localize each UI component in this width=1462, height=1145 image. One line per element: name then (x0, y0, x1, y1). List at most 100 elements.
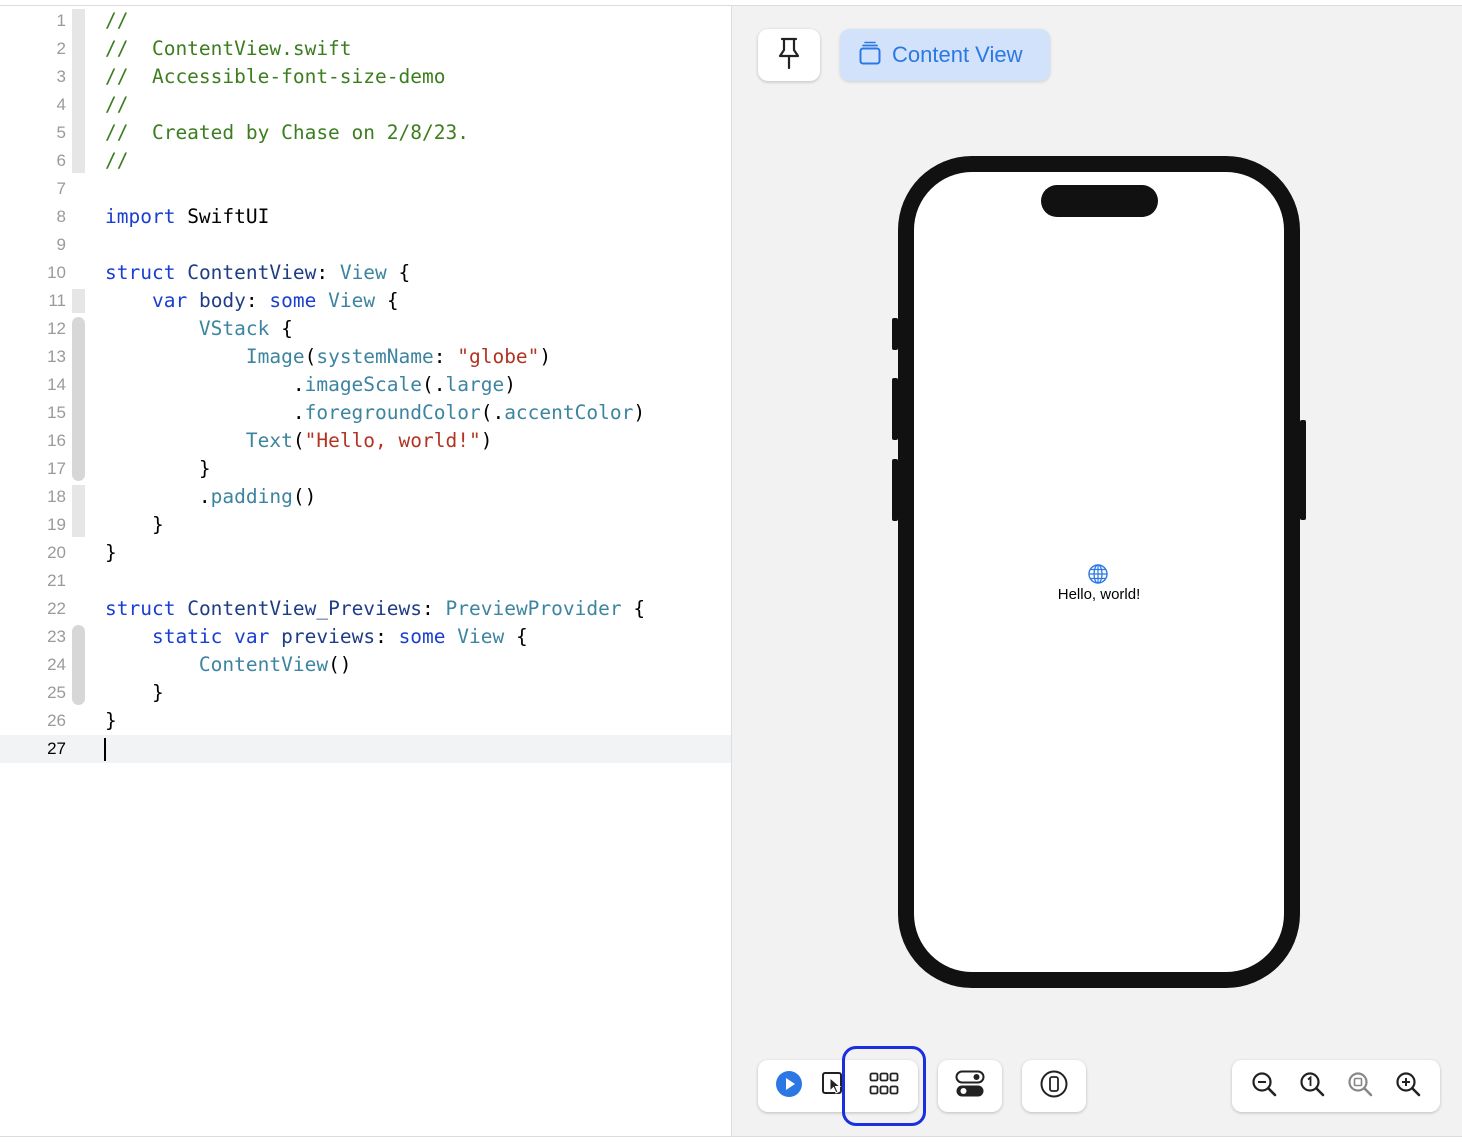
code-line[interactable]: 25 } (0, 679, 731, 707)
line-number: 7 (56, 179, 66, 198)
code-line[interactable]: 26} (0, 707, 731, 735)
code-text: } (105, 679, 164, 707)
code-token: { (375, 289, 399, 312)
zoom-to-fit-button[interactable] (1338, 1060, 1382, 1112)
hello-world-text: Hello, world! (1057, 586, 1141, 603)
code-line[interactable]: 1 // (0, 7, 731, 35)
code-token: : (433, 345, 458, 368)
code-token: // Accessible-font-size-demo (105, 65, 446, 88)
device-settings-icon (1040, 1070, 1068, 1103)
code-token: Text (245, 429, 293, 452)
line-number: 13 (47, 347, 66, 366)
line-number: 11 (48, 291, 66, 310)
device-settings-button[interactable] (1022, 1060, 1086, 1112)
code-line[interactable]: 22 struct ContentView_Previews: PreviewPr… (0, 595, 731, 623)
code-line[interactable]: 4 // (0, 91, 731, 119)
live-preview-button[interactable] (768, 1060, 810, 1112)
line-number: 21 (47, 571, 66, 590)
code-line[interactable]: 10 struct ContentView: View { (0, 259, 731, 287)
canvas-settings-icon-wrap (938, 1060, 1002, 1112)
line-number: 26 (47, 711, 66, 730)
code-token: ContentView (198, 653, 329, 676)
zoom-actual-size-button[interactable] (1290, 1060, 1334, 1112)
line-number: 19 (47, 515, 66, 534)
code-line[interactable]: 11 var body: some View { (0, 287, 731, 315)
code-text: Image(systemName: "globe") (105, 343, 551, 371)
code-text: static var previews: some View { (105, 623, 528, 651)
code-fold-ribbon[interactable] (72, 289, 85, 313)
code-text: // Created by Chase on 2/8/23. (105, 119, 469, 147)
code-line[interactable]: 17 } (0, 455, 731, 483)
pin-preview-button[interactable] (758, 29, 820, 81)
code-token: systemName (316, 345, 434, 368)
code-line[interactable]: 13 Image(systemName: "globe") (0, 343, 731, 371)
line-number: 23 (47, 627, 66, 646)
code-line[interactable]: 16 Text("Hello, world!") (0, 427, 731, 455)
stacked-views-icon (840, 41, 882, 70)
code-token: // (105, 149, 129, 172)
pin-icon (776, 36, 802, 75)
code-text: // (105, 7, 128, 35)
code-token: var (234, 625, 270, 648)
code-line[interactable]: 6 // (0, 147, 731, 175)
code-line[interactable]: 2 // ContentView.swift (0, 35, 731, 63)
code-line[interactable]: 23 static var previews: some View { (0, 623, 731, 651)
content-view-label: Content View (892, 42, 1023, 67)
line-number: 1 (56, 11, 66, 30)
code-line[interactable]: 9 (0, 231, 731, 259)
code-token: padding (210, 485, 293, 508)
zoom-out-button[interactable] (1242, 1060, 1286, 1112)
dynamic-island (1041, 185, 1158, 217)
code-line[interactable]: 19 } (0, 511, 731, 539)
canvas-settings-button[interactable] (938, 1060, 1002, 1112)
code-token: } (105, 513, 164, 536)
code-text: struct ContentView: View { (105, 259, 410, 287)
code-token: accentColor (504, 401, 634, 424)
code-line[interactable]: 18 .padding() (0, 483, 731, 511)
code-token: View (328, 289, 376, 312)
code-line[interactable]: 27 (0, 735, 731, 763)
variants-highlight-ring (842, 1046, 926, 1126)
code-line[interactable]: 12 VStack { (0, 315, 731, 343)
code-token: VStack (198, 317, 270, 340)
code-text: // (105, 91, 128, 119)
zoom-in-icon (1395, 1071, 1421, 1102)
code-fold-ribbon[interactable] (72, 625, 85, 705)
code-fold-ribbon[interactable] (72, 9, 85, 173)
code-text: Text("Hello, world!") (105, 427, 493, 455)
code-token: { (621, 597, 646, 620)
code-token: } (105, 541, 117, 564)
code-line[interactable]: 20} (0, 539, 731, 567)
code-line[interactable]: 3 // Accessible-font-size-demo (0, 63, 731, 91)
play-circle-icon (775, 1070, 803, 1103)
code-line[interactable]: 8 import SwiftUI (0, 203, 731, 231)
code-line[interactable]: 7 (0, 175, 731, 203)
code-line[interactable]: 14 .imageScale(.large) (0, 371, 731, 399)
line-number: 10 (47, 263, 66, 282)
code-token: : (245, 289, 270, 312)
content-view-preview-tab[interactable]: Content View (840, 29, 1050, 81)
code-token: { (504, 625, 528, 648)
line-number: 2 (56, 39, 66, 58)
code-token: . (105, 485, 211, 508)
code-fold-ribbon[interactable] (72, 485, 85, 537)
zoom-in-button[interactable] (1386, 1060, 1430, 1112)
code-line[interactable]: 21 (0, 567, 731, 595)
code-line[interactable]: 5 // Created by Chase on 2/8/23. (0, 119, 731, 147)
line-number: 24 (47, 655, 66, 674)
code-line[interactable]: 24 ContentView() (0, 651, 731, 679)
line-number: 25 (47, 683, 66, 702)
line-number: 15 (47, 403, 66, 422)
code-fold-ribbon[interactable] (72, 317, 85, 481)
preview-canvas: Content View Hello, world! (731, 6, 1462, 1136)
code-token: () (292, 485, 317, 508)
code-text: .padding() (105, 483, 316, 511)
code-editor[interactable]: 1 // 2 // ContentView.swift 3 // Accessible-f… (0, 6, 731, 1136)
code-line[interactable]: 15 .foregroundColor(.accentColor) (0, 399, 731, 427)
